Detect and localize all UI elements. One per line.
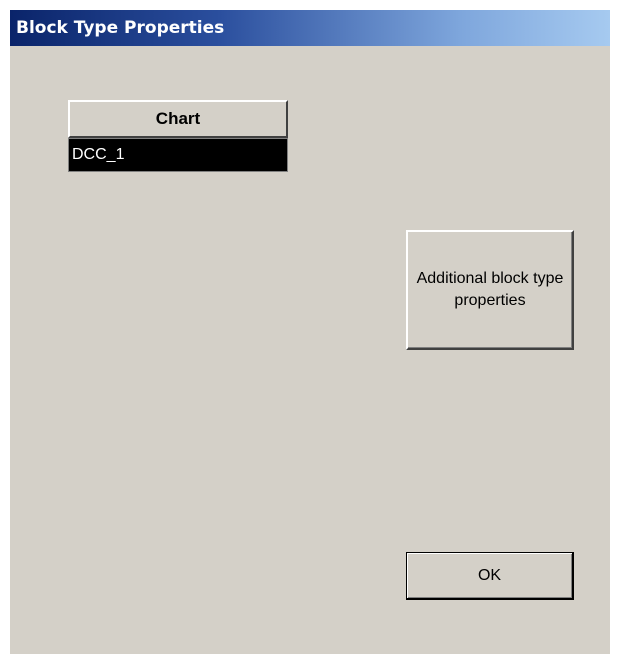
chart-column-header[interactable]: Chart [68, 100, 288, 138]
block-type-properties-window: Block Type Properties Chart DCC_1 Additi… [10, 10, 610, 654]
chart-row-selected[interactable]: DCC_1 [68, 138, 288, 172]
additional-block-type-properties-button[interactable]: Additional block type properties [406, 230, 574, 350]
window-title: Block Type Properties [16, 18, 225, 38]
additional-block-type-properties-label: Additional block type properties [416, 270, 564, 309]
ok-button[interactable]: OK [406, 552, 574, 600]
chart-table: Chart DCC_1 [68, 100, 288, 172]
ok-button-label: OK [477, 566, 502, 584]
title-bar[interactable]: Block Type Properties [10, 10, 610, 46]
